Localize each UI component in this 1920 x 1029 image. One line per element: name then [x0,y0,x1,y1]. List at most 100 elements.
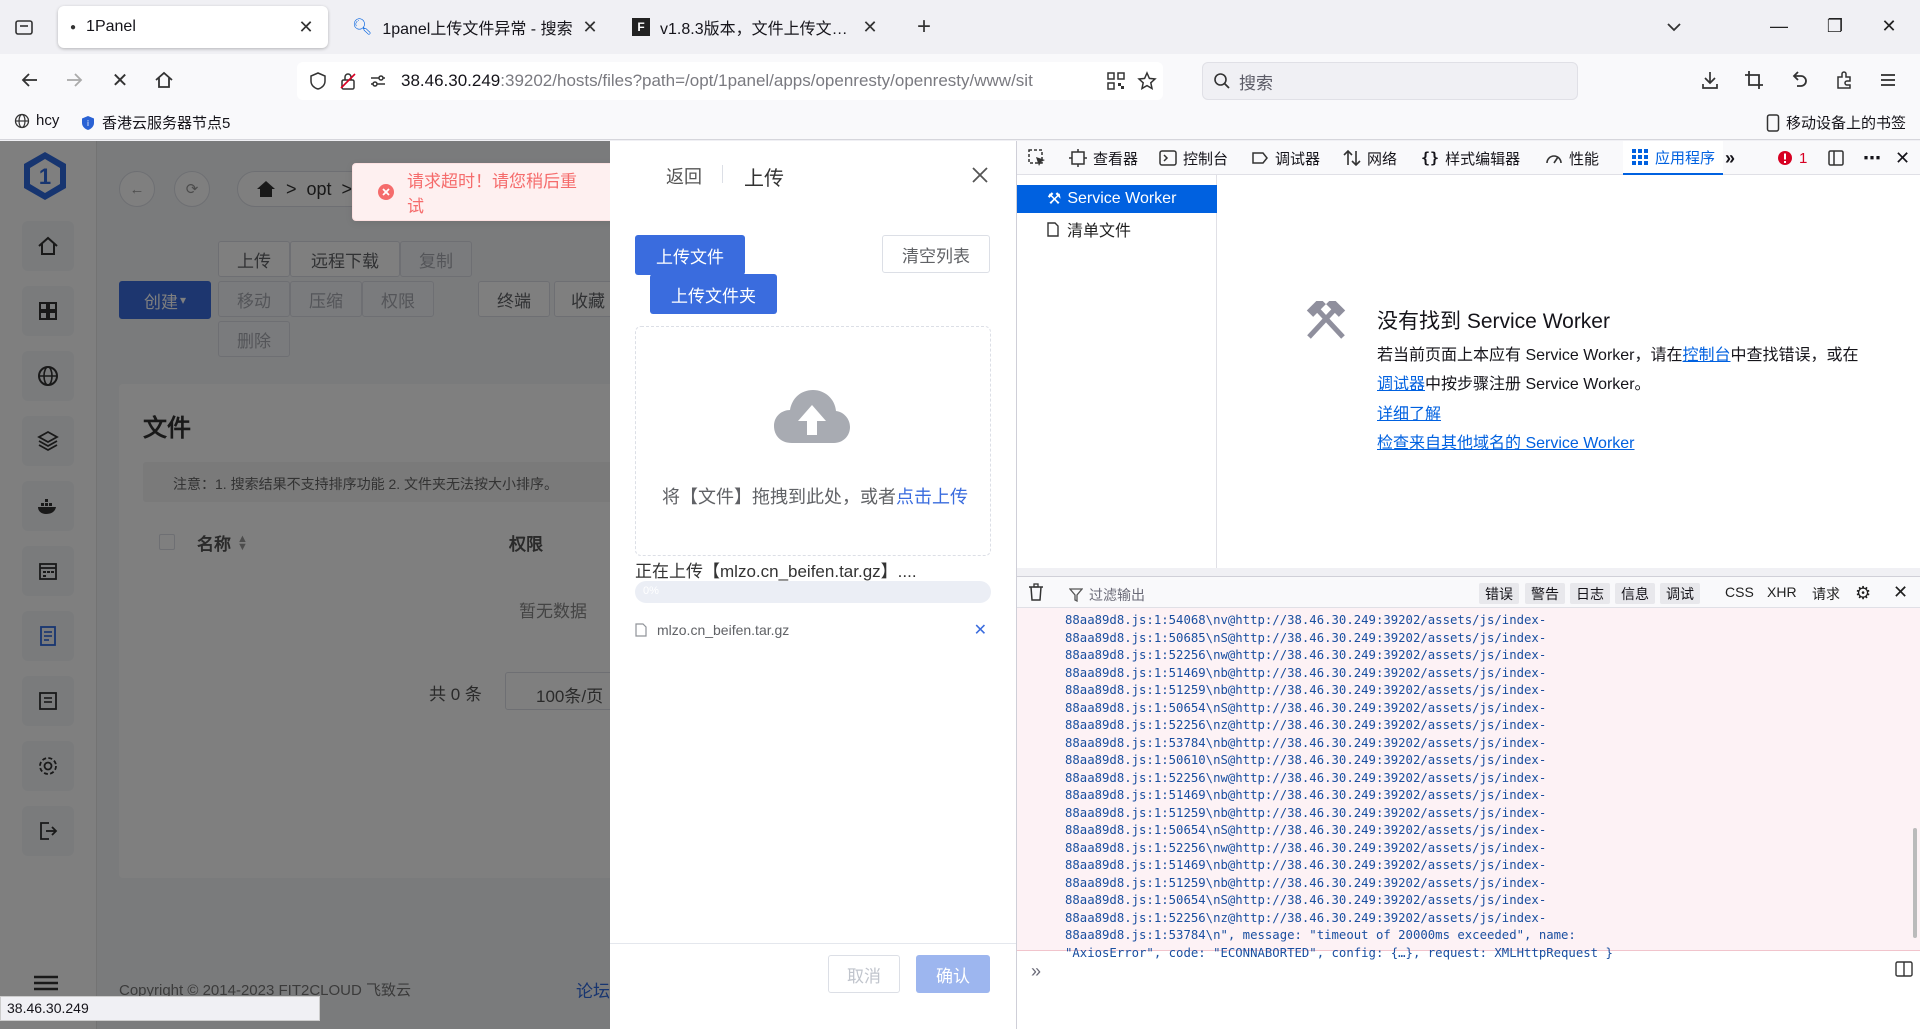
upload-file-button[interactable]: 上传文件 [635,235,745,275]
console-input[interactable] [1057,955,1857,987]
tab-label: 控制台 [1183,150,1229,168]
drop-text: 将【文件】拖拽到此处，或者 [662,487,896,507]
mobile-bookmarks[interactable]: 移动设备上的书签 [1766,112,1906,133]
debugger-link[interactable]: 调试器 [1377,376,1425,393]
remove-file-icon[interactable]: ✕ [974,620,987,640]
bookmark-hk-server[interactable]: i 香港云服务器节点5 [80,112,230,133]
confirm-button[interactable]: 确认 [916,955,990,993]
list-all-tabs-icon[interactable] [1658,11,1690,43]
permissions-icon[interactable] [369,72,387,90]
tab-inspector[interactable]: 查看器 [1069,141,1138,175]
element-picker-icon[interactable] [1027,141,1047,175]
tab-list-icon[interactable] [8,11,40,43]
bookmark-hcy[interactable]: hcy [14,112,59,129]
close-tab-icon[interactable]: ✕ [580,17,600,38]
filter-warnings-button[interactable]: 警告 [1525,583,1565,604]
screenshot-icon[interactable] [1738,64,1770,96]
tab-fit2cloud[interactable]: F v1.8.3版本，文件上传文件夹时 ✕ [620,6,892,48]
error-stack-trace: 88aa89d8.js:1:54068\nv@http://38.46.30.2… [1065,613,1613,960]
filter-logs-button[interactable]: 日志 [1570,583,1610,604]
app-content: 1 [0,141,610,1029]
mobile-device-icon [1766,113,1780,132]
restore-icon[interactable]: ❐ [1812,10,1858,42]
tab-performance[interactable]: 性能 [1545,141,1599,175]
braces-icon: {} [1421,149,1440,167]
extensions-icon[interactable] [1828,64,1860,96]
console-output[interactable]: 88aa89d8.js:1:54068\nv@http://38.46.30.2… [1017,608,1920,960]
filter-requests-button[interactable]: 请求 [1812,584,1840,604]
insecure-lock-icon[interactable] [339,72,357,90]
back-icon[interactable] [14,64,46,96]
minimize-icon[interactable]: — [1756,10,1802,42]
console-scrollbar[interactable] [1913,828,1917,938]
shield-icon[interactable] [309,72,327,90]
filter-debug-button[interactable]: 调试 [1660,583,1700,604]
uploading-status: 正在上传【mlzo.cn_beifen.tar.gz】.... [635,562,917,581]
tab-debugger[interactable]: 调试器 [1251,141,1320,175]
sidebar-service-worker[interactable]: ⚒ Service Worker [1017,185,1217,213]
trash-icon[interactable] [1027,583,1045,601]
console-settings-icon[interactable]: ⚙ [1855,583,1871,604]
drop-zone[interactable]: 将【文件】拖拽到此处，或者点击上传 [635,326,991,556]
learn-more-link[interactable]: 详细了解 [1377,400,1441,424]
header-divider [722,165,723,183]
tab-application[interactable]: 应用程序 [1623,141,1724,175]
close-tab-icon[interactable]: ✕ [296,17,316,38]
sw-description-line1: 若当前页面上本应有 Service Worker，请在控制台中查找错误，或在 [1377,341,1859,365]
other-domains-link[interactable]: 检查来自其他域名的 Service Worker [1377,429,1635,453]
url-bar[interactable]: 38.46.30.249:39202/hosts/files?path=/opt… [297,62,1163,100]
url-host: 38.46.30.249 [401,71,501,90]
close-split-console-icon[interactable]: ✕ [1893,582,1908,603]
sw-text: 若当前页面上本应有 Service Worker，请在 [1377,347,1683,364]
cancel-button[interactable]: 取消 [828,955,900,993]
more-tabs-icon[interactable]: » [1725,141,1735,175]
close-devtools-icon[interactable]: ✕ [1895,141,1910,175]
hammer-icon [1303,301,1349,341]
tab-title: 1panel上传文件异常 - 搜索 [382,21,573,38]
bookmark-label: 移动设备上的书签 [1786,115,1907,132]
sidebar-item-label: Service Worker [1067,190,1177,207]
tab-label: 性能 [1569,150,1600,168]
console-link[interactable]: 控制台 [1683,347,1731,364]
devtools-panel: 查看器 控制台 调试器 网络 {} 样式编辑器 性能 应用程序 » 1 ⋯ ✕ … [1016,141,1920,1029]
upload-folder-button[interactable]: 上传文件夹 [650,274,777,314]
tab-1panel[interactable]: ● 1Panel ✕ [58,6,328,48]
close-drawer-icon[interactable] [966,161,994,189]
error-count-badge[interactable]: 1 [1777,141,1807,175]
back-link[interactable]: 返回 [666,163,702,189]
tab-search[interactable]: 🔍︎ 1panel上传文件异常 - 搜索 ✕ [340,6,612,48]
console-toolbar: 过滤输出 错误 警告 日志 信息 调试 CSS XHR 请求 ⚙ ✕ [1017,576,1920,608]
modal-overlay[interactable] [0,141,610,1029]
home-icon[interactable] [148,64,180,96]
devtools-menu-icon[interactable]: ⋯ [1863,141,1881,175]
qr-code-icon[interactable] [1107,72,1125,90]
tab-console[interactable]: 控制台 [1159,141,1228,175]
filter-input[interactable]: 过滤输出 [1069,585,1145,605]
close-window-icon[interactable]: ✕ [1866,10,1912,42]
sidebar-manifest[interactable]: 清单文件 [1017,215,1217,243]
search-bar[interactable]: 搜索 [1202,62,1578,100]
forward-icon[interactable] [58,64,90,96]
filter-errors-button[interactable]: 错误 [1479,583,1519,604]
tab-network[interactable]: 网络 [1343,141,1397,175]
error-circle-icon [377,183,395,201]
stop-loading-icon[interactable]: ✕ [104,64,136,96]
browser-tab-bar: ● 1Panel ✕ 🔍︎ 1panel上传文件异常 - 搜索 ✕ F v1.8… [0,0,1920,54]
new-tab-icon[interactable]: + [908,11,940,43]
dock-side-icon[interactable] [1827,141,1845,175]
url-text[interactable]: 38.46.30.249:39202/hosts/files?path=/opt… [401,71,1101,91]
undo-icon[interactable] [1782,64,1814,96]
downloads-icon[interactable] [1694,64,1726,96]
editor-mode-icon[interactable] [1895,961,1913,977]
click-upload-link[interactable]: 点击上传 [896,487,968,507]
bookmark-star-icon[interactable] [1137,71,1157,91]
filter-info-button[interactable]: 信息 [1615,583,1655,604]
clear-list-button[interactable]: 清空列表 [882,235,990,273]
menu-icon[interactable] [1872,64,1904,96]
panel-splitter[interactable] [1017,568,1920,576]
filter-xhr-button[interactable]: XHR [1767,584,1797,600]
tab-style-editor[interactable]: {} 样式编辑器 [1421,141,1520,175]
filter-css-button[interactable]: CSS [1725,584,1754,600]
close-tab-icon[interactable]: ✕ [860,17,880,38]
error-toast: 请求超时！请您稍后重试 ✕ [352,163,630,221]
